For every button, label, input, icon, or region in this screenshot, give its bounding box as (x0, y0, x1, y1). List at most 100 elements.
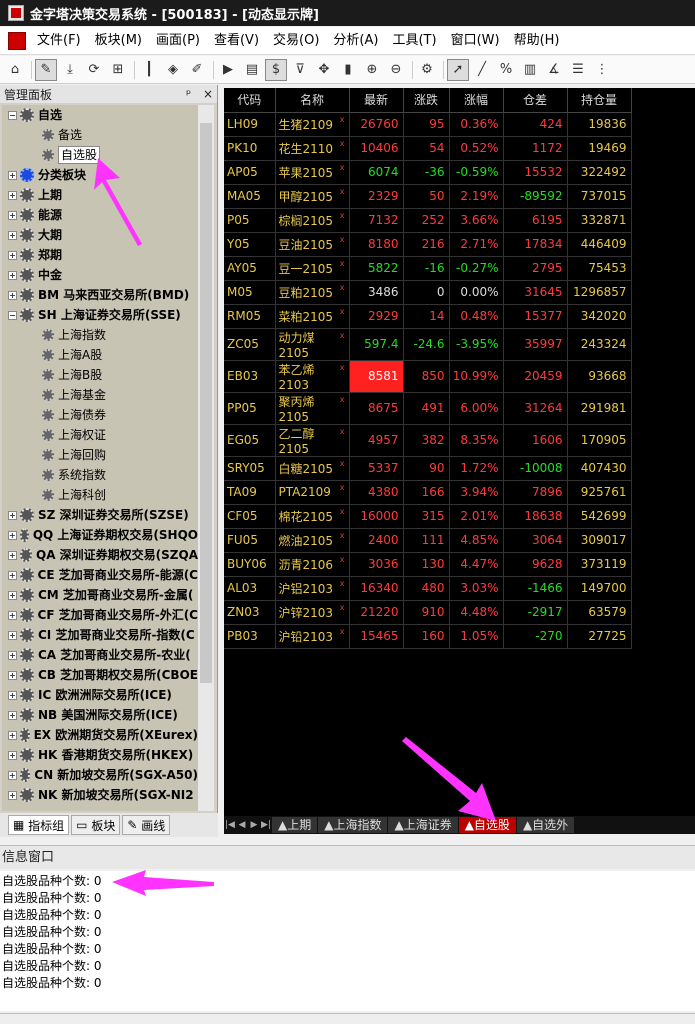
column-header[interactable]: 仓差 (503, 88, 568, 113)
tree-node[interactable]: 系统指数 (2, 465, 198, 485)
menu-item[interactable]: 画面(P) (149, 27, 207, 55)
tree-node[interactable]: 上海指数 (2, 325, 198, 345)
menu-item[interactable]: 文件(F) (30, 27, 88, 55)
tree-node[interactable]: + IC 欧洲洲际交易所(ICE) (2, 685, 198, 705)
tree-node[interactable]: + 分类板块 (2, 165, 198, 185)
tree-node[interactable]: 自选股 (2, 145, 198, 165)
prev-sheet-icon[interactable]: ◀ (236, 820, 248, 830)
next-sheet-icon[interactable]: ▶ (248, 820, 260, 830)
tree-expander-icon[interactable]: + (8, 710, 17, 720)
table-row[interactable]: EB03 苯乙烯2103 x 8581 850 10.99% 20459 93668 (224, 360, 632, 393)
tree-node[interactable]: 上海基金 (2, 385, 198, 405)
zoom-in-icon[interactable]: ⊕ (361, 59, 383, 81)
tree-expander-icon[interactable]: + (8, 770, 17, 780)
tree-expander-icon[interactable]: + (8, 650, 17, 660)
menu-item[interactable]: 工具(T) (385, 27, 443, 55)
tree-expander-icon[interactable]: + (8, 630, 17, 640)
sheet-tab[interactable]: ▲自选股 (458, 817, 516, 833)
tree-scrollbar[interactable] (198, 105, 214, 811)
tab-drawing[interactable]: ✎ 画线 (122, 815, 171, 835)
table-row[interactable]: Y05 豆油2105 x 8180 216 2.71% 17834 446409 (224, 232, 632, 257)
table-row[interactable]: AY05 豆一2105 x 5822 -16 -0.27% 2795 75453 (224, 256, 632, 281)
tree-node[interactable]: 上海权证 (2, 425, 198, 445)
tree-node[interactable]: + 大期 (2, 225, 198, 245)
tree-node[interactable]: 上海科创 (2, 485, 198, 505)
column-header[interactable]: 涨跌 (403, 88, 450, 113)
tree-node[interactable]: 上海A股 (2, 345, 198, 365)
move-icon[interactable]: ✥ (313, 59, 335, 81)
tree-expander-icon[interactable]: + (8, 170, 17, 180)
tree-node[interactable]: + CN 新加坡交易所(SGX-A50) (2, 765, 198, 785)
table-row[interactable]: PP05 聚丙烯2105 x 8675 491 6.00% 31264 291981 (224, 392, 632, 425)
tree-expander-icon[interactable]: + (8, 290, 17, 300)
cursor-icon[interactable]: ➚ (447, 58, 469, 81)
dollar-icon[interactable]: $ (265, 58, 287, 81)
tree-node[interactable]: + CI 芝加哥商业交易所-指数(C (2, 625, 198, 645)
tree-node[interactable]: + CB 芝加哥期权交易所(CBOE (2, 665, 198, 685)
column-header[interactable]: 持仓量 (567, 88, 632, 113)
tree-node[interactable]: + 上期 (2, 185, 198, 205)
tree-expander-icon[interactable]: + (8, 190, 17, 200)
tree-expander-icon[interactable]: + (8, 510, 17, 520)
close-icon[interactable]: × (203, 87, 213, 101)
tree-node[interactable]: + CE 芝加哥商业交易所-能源(C (2, 565, 198, 585)
grid-icon[interactable]: ⊞ (107, 59, 129, 81)
settings-icon[interactable]: ⚙ (416, 59, 438, 81)
home-icon[interactable]: ⌂ (4, 59, 26, 81)
sheet-tab[interactable]: ▲上期 (272, 817, 318, 833)
tree-expander-icon[interactable]: − (8, 110, 17, 120)
table-row[interactable]: ZN03 沪锌2103 x 21220 910 4.48% -2917 63579 (224, 600, 632, 625)
tree-node[interactable]: + 郑期 (2, 245, 198, 265)
table-row[interactable]: LH09 生猪2109 x 26760 95 0.36% 424 19836 (224, 112, 632, 137)
tree-node[interactable]: − SH 上海证券交易所(SSE) (2, 305, 198, 325)
play-icon[interactable]: ▶ (217, 59, 239, 81)
table-row[interactable]: AP05 苹果2105 x 6074 -36 -0.59% 15532 322492 (224, 160, 632, 185)
column-header[interactable]: 涨幅 (449, 88, 504, 113)
table-row[interactable]: P05 棕榈2105 x 7132 252 3.66% 6195 332871 (224, 208, 632, 233)
tree-node[interactable]: + QQ 上海证券期权交易(SHQO (2, 525, 198, 545)
table-row[interactable]: PB03 沪铅2103 x 15465 160 1.05% -270 27725 (224, 624, 632, 649)
zoom-out-icon[interactable]: ⊖ (385, 59, 407, 81)
tree-expander-icon[interactable]: + (8, 230, 17, 240)
tree-expander-icon[interactable]: + (8, 210, 17, 220)
edit-icon[interactable]: ✐ (186, 59, 208, 81)
table-row[interactable]: FU05 燃油2105 x 2400 111 4.85% 3064 309017 (224, 528, 632, 553)
menu-item[interactable]: 板块(M) (88, 27, 149, 55)
tree-expander-icon[interactable]: + (8, 610, 17, 620)
tree-node[interactable]: 上海债券 (2, 405, 198, 425)
table-row[interactable]: PK10 花生2110 x 10406 54 0.52% 1172 19469 (224, 136, 632, 161)
menu-item[interactable]: 帮助(H) (507, 27, 567, 55)
download-icon[interactable]: ⤓ (59, 59, 81, 81)
tree-node[interactable]: + 中金 (2, 265, 198, 285)
tree-node[interactable]: + CA 芝加哥商业交易所-农业( (2, 645, 198, 665)
tree-node[interactable]: + BM 马来西亚交易所(BMD) (2, 285, 198, 305)
column-header[interactable]: 代码 (224, 88, 276, 113)
tree-node[interactable]: + CM 芝加哥商业交易所-金属( (2, 585, 198, 605)
tab-indicator-group[interactable]: ▦ 指标组 (8, 815, 70, 835)
tree-expander-icon[interactable]: + (8, 730, 17, 740)
tree-node[interactable]: + CF 芝加哥商业交易所-外汇(C (2, 605, 198, 625)
table-row[interactable]: EG05 乙二醇2105 x 4957 382 8.35% 1606 170905 (224, 424, 632, 457)
sheet-tab[interactable]: ▲上海指数 (318, 817, 388, 833)
tree-expander-icon[interactable]: + (8, 590, 17, 600)
first-sheet-icon[interactable]: |◀ (224, 820, 236, 830)
tree-expander-icon[interactable]: − (8, 310, 17, 320)
column-header[interactable]: 最新 (349, 88, 404, 113)
sheet-tab[interactable]: ▲上海证券 (388, 817, 458, 833)
tree-node[interactable]: + NB 美国洲际交易所(ICE) (2, 705, 198, 725)
table-row[interactable]: SRY05 白糖2105 x 5337 90 1.72% -10008 407430 (224, 456, 632, 481)
tree-node[interactable]: + NK 新加坡交易所(SGX-NI2 (2, 785, 198, 805)
tree-node[interactable]: − 自选 (2, 105, 198, 125)
sheet-tab[interactable]: ▲自选外 (516, 817, 575, 833)
menu-item[interactable]: 窗口(W) (444, 27, 507, 55)
more-icon[interactable]: ⋮ (591, 59, 613, 81)
tree-expander-icon[interactable]: + (8, 570, 17, 580)
table-row[interactable]: CF05 棉花2105 x 16000 315 2.01% 18638 542699 (224, 504, 632, 529)
tree-expander-icon[interactable]: + (8, 790, 17, 800)
tree-node[interactable]: 上海B股 (2, 365, 198, 385)
bars-icon[interactable]: ▥ (519, 59, 541, 81)
tree-expander-icon[interactable]: + (8, 270, 17, 280)
tree-node[interactable]: + EX 欧洲期货交易所(XEurex) (2, 725, 198, 745)
tree-node[interactable]: 上海回购 (2, 445, 198, 465)
tree-node[interactable]: 备选 (2, 125, 198, 145)
